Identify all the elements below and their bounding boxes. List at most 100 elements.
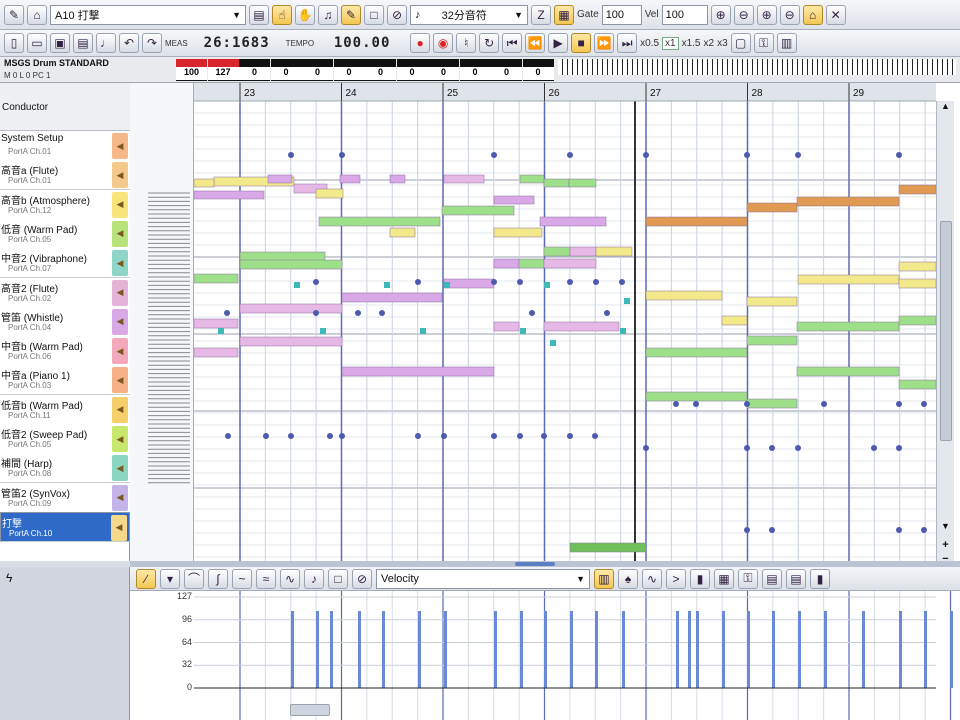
score-icon[interactable]: ♩ [96,33,116,53]
track-color-swatch[interactable]: ◀ [112,220,128,247]
hand-tool-icon[interactable]: ✋ [295,4,315,25]
curve-b-icon[interactable]: ∫ [208,568,228,589]
track-color-swatch[interactable]: ◀ [112,133,128,159]
velocity-lane[interactable]: 127 96 64 32 0 [130,591,960,720]
horizontal-scroll-thumb[interactable] [290,704,330,716]
velocity-grid[interactable] [130,591,960,720]
meter-icon[interactable]: ▮ [810,568,830,589]
gate-field[interactable]: 100 [601,4,642,25]
zoom-x05-button[interactable]: x0.5 [640,38,659,49]
note-grid[interactable]: 23 24 25 26 27 28 29 [194,83,936,561]
step-record-icon[interactable]: ◉ [433,33,454,53]
piano-icon[interactable]: ♠ [618,568,638,589]
track-color-swatch[interactable]: ◀ [112,396,128,423]
zoom-x1-button[interactable]: x1 [662,36,679,50]
track-row[interactable]: 管笛2 (SynVox) PortA Ch.09 ◀ [0,482,130,513]
save-icon[interactable]: ▣ [50,33,70,53]
pen-tool-icon[interactable]: ✎ [341,4,361,25]
level-icon[interactable]: ▮ [690,568,710,589]
zoom-minus-icon[interactable]: − [939,553,952,561]
eraser-icon[interactable]: ⊘ [387,4,407,25]
window-icon[interactable]: ▢ [730,33,751,53]
home-icon[interactable]: ⌂ [27,4,47,25]
track-color-swatch[interactable]: ◀ [112,279,128,306]
arpeggio-icon[interactable]: ♪ [304,568,324,589]
folder-icon[interactable]: ▤ [249,4,269,25]
zoom-in-icon[interactable]: ⊕ [710,4,731,25]
track-row[interactable]: 中音b (Warm Pad) PortA Ch.06 ◀ [0,336,130,367]
curve-c-icon[interactable]: ~ [232,568,252,589]
redo-icon[interactable]: ↷ [142,33,162,53]
lock-icon[interactable]: ⚿ [753,33,774,53]
zoom-x3-button[interactable]: x3 [717,38,728,49]
track-row[interactable]: 低音2 (Sweep Pad) PortA Ch.05 ◀ [0,424,130,454]
line-tool-icon[interactable]: ∕ [136,568,156,589]
track-color-swatch[interactable]: ◀ [112,426,128,452]
home-view-icon[interactable]: ⌂ [802,4,823,25]
zoom-v-out-icon[interactable]: ⊖ [779,4,800,25]
grid-select[interactable]: ♪ 32分音符 ▼ [410,4,528,25]
conductor-track[interactable]: Conductor [0,83,130,131]
track-color-swatch[interactable]: ◀ [112,455,128,482]
erase-ctrl-icon[interactable]: ⊘ [352,568,372,589]
zoom-x15-button[interactable]: x1.5 [682,38,701,49]
track-row[interactable]: System Setup PortA Ch.01 ◀ [0,131,130,161]
snap-icon[interactable]: ▦ [554,4,574,25]
close-icon[interactable]: ✕ [825,4,846,25]
track-row[interactable]: 高音2 (Flute) PortA Ch.02 ◀ [0,277,130,308]
track-row[interactable]: 高音a (Flute) PortA Ch.01 ◀ [0,160,130,191]
lightning-icon[interactable]: ϟ [6,571,12,585]
track-color-swatch[interactable]: ◀ [112,367,128,394]
print-icon[interactable]: ▤ [73,33,93,53]
record-icon[interactable]: ● [410,33,431,53]
vel-field[interactable]: 100 [661,4,708,25]
lock-ctrl-icon[interactable]: ⚿ [738,568,758,589]
layout-icon[interactable]: ▥ [776,33,797,53]
wave-icon[interactable]: ∿ [280,568,300,589]
track-color-swatch[interactable]: ◀ [112,191,128,218]
random-icon[interactable]: ≈ [256,568,276,589]
zoom-v-in-icon[interactable]: ⊕ [756,4,777,25]
pencil-tool-icon[interactable]: ✎ [4,4,24,25]
select-tool-icon[interactable]: ☝ [272,4,292,25]
play-icon[interactable]: ▶ [548,33,569,53]
track-color-swatch[interactable]: ◀ [112,338,128,365]
track-color-swatch[interactable]: ◀ [112,308,128,335]
rect-select-icon[interactable]: □ [328,568,348,589]
loop-icon[interactable]: ↻ [479,33,500,53]
z-icon[interactable]: Z [531,4,551,25]
track-color-swatch[interactable]: ◀ [112,484,128,511]
vertical-scrollbar[interactable]: ▲ ▼ + − [936,101,954,561]
controller-select[interactable]: Velocity ▼ [376,568,590,589]
zoom-plus-icon[interactable]: + [939,539,952,551]
track-row[interactable]: 中音a (Piano 1) PortA Ch.03 ◀ [0,365,130,396]
box-tool-icon[interactable]: □ [364,4,384,25]
zoom-x2-button[interactable]: x2 [704,38,715,49]
greater-icon[interactable]: > [666,568,686,589]
bell-icon[interactable]: ♫ [318,4,338,25]
track-select[interactable]: A10 打撃 ▼ [50,4,246,25]
vertical-scroll-thumb[interactable] [940,221,952,441]
track-row[interactable]: 高音b (Atmosphere) PortA Ch.12 ◀ [0,189,130,220]
fast-back-icon[interactable]: ⏪ [525,33,546,53]
track-color-swatch[interactable]: ◀ [112,250,128,277]
metronome-icon[interactable]: ♮ [456,33,477,53]
track-row[interactable]: 低音 (Warm Pad) PortA Ch.05 ◀ [0,218,130,249]
grid-view-icon[interactable]: ▦ [714,568,734,589]
bars-view-icon[interactable]: ▥ [594,568,614,589]
track-row[interactable]: 低音b (Warm Pad) PortA Ch.11 ◀ [0,394,130,425]
fast-forward-icon[interactable]: ⏩ [594,33,615,53]
track-color-swatch[interactable]: ◀ [112,162,128,189]
new-file-icon[interactable]: ▯ [4,33,24,53]
mini-keyboard[interactable] [558,59,956,75]
open-folder-icon[interactable]: ▭ [27,33,47,53]
panel-a-icon[interactable]: ▤ [762,568,782,589]
track-row[interactable]: 補間 (Harp) PortA Ch.08 ◀ [0,453,130,484]
line-tool-menu-icon[interactable]: ▾ [160,568,180,589]
scroll-down-icon[interactable]: ▼ [939,521,952,535]
splitter-handle[interactable] [515,562,555,566]
zoom-out-icon[interactable]: ⊖ [733,4,754,25]
panel-b-icon[interactable]: ▤ [786,568,806,589]
track-row[interactable]: 管笛 (Whistle) PortA Ch.04 ◀ [0,306,130,337]
track-row[interactable]: 打撃 PortA Ch.10 ◀ [0,511,130,542]
